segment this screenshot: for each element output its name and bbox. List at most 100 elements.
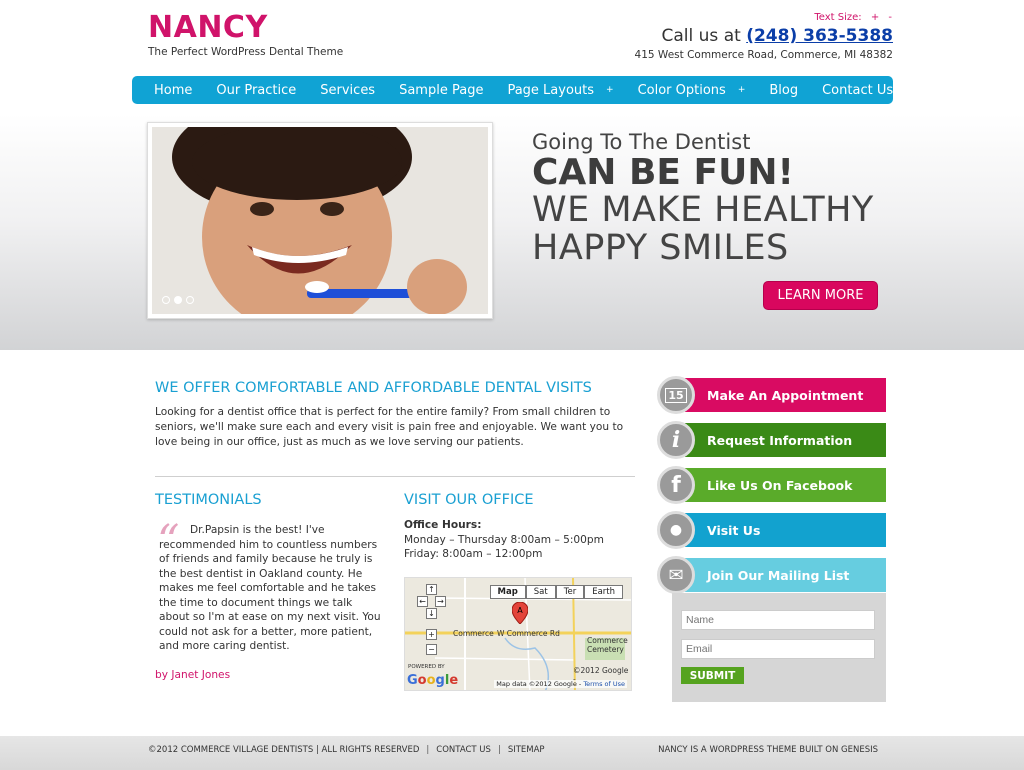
map-tab-sat[interactable]: Sat: [525, 585, 556, 599]
sidebar-button-label: Request Information: [685, 423, 886, 457]
nav-label: Page Layouts: [507, 82, 595, 98]
slider-dot[interactable]: [162, 296, 170, 304]
submit-button[interactable]: SUBMIT: [681, 667, 744, 684]
name-field[interactable]: [681, 610, 875, 630]
phone-link[interactable]: (248) 363-5388: [746, 26, 893, 46]
footer: ©2012 COMMERCE VILLAGE DENTISTS | ALL RI…: [0, 736, 1024, 770]
powered-by-label: POWERED BY: [408, 664, 445, 670]
request-information-button[interactable]: Request Information i: [657, 421, 886, 460]
sidebar-button-label: Like Us On Facebook: [685, 468, 886, 502]
map-street-label: W Commerce Rd: [497, 629, 560, 638]
info-glyph: i: [671, 427, 681, 453]
nav-label: Home: [154, 82, 193, 98]
visit-title: VISIT OUR OFFICE: [404, 492, 534, 508]
zoom-in-icon[interactable]: +: [426, 629, 437, 640]
terms-of-use-link[interactable]: Terms of Use: [583, 680, 625, 688]
nav-contact-us[interactable]: Contact Us: [810, 83, 905, 98]
text-size-increase-button[interactable]: +: [871, 12, 879, 23]
hero-headline: CAN BE FUN!: [532, 152, 794, 193]
facebook-icon: f: [657, 466, 695, 504]
map-type-tabs: Map Sat Ter Earth: [489, 585, 623, 599]
submenu-plus-icon: +: [737, 85, 746, 95]
footer-sitemap-link[interactable]: SITEMAP: [508, 745, 545, 755]
footer-credit[interactable]: NANCY IS A WORDPRESS THEME BUILT ON GENE…: [658, 745, 878, 755]
zoom-out-icon[interactable]: −: [426, 644, 437, 655]
learn-more-button[interactable]: LEARN MORE: [763, 281, 878, 310]
map-data-label: Map data ©2012 Google -: [496, 680, 582, 688]
page: NANCY The Perfect WordPress Dental Theme…: [0, 0, 1024, 770]
hero-line-1: WE MAKE HEALTHY: [532, 190, 874, 230]
text-size-label: Text Size:: [814, 12, 862, 23]
address: 415 West Commerce Road, Commerce, MI 483…: [634, 49, 893, 61]
nav-our-practice[interactable]: Our Practice: [204, 83, 308, 98]
map-street-label: Commerce: [453, 629, 494, 638]
sidebar-button-label: Join Our Mailing List: [685, 558, 886, 592]
nav-label: Blog: [769, 82, 799, 98]
office-hours-line: Friday: 8:00am – 12:00pm: [404, 548, 543, 560]
call-us: Call us at (248) 363-5388: [662, 26, 893, 46]
calendar-day: 15: [665, 387, 687, 403]
nav-label: Sample Page: [399, 82, 484, 98]
map-tab-ter[interactable]: Ter: [555, 585, 585, 599]
map-attribution: Map data ©2012 Google - Terms of Use: [494, 680, 627, 688]
info-icon: i: [657, 421, 695, 459]
main-nav: Home Our Practice Services Sample Page P…: [132, 76, 893, 104]
mailing-list-form: SUBMIT: [672, 593, 886, 702]
nav-page-layouts[interactable]: Page Layouts +: [495, 83, 625, 98]
nav-services[interactable]: Services: [308, 83, 387, 98]
map-tab-earth[interactable]: Earth: [584, 585, 623, 599]
hero-slider: [147, 122, 493, 319]
office-hours-label: Office Hours:: [404, 519, 482, 531]
nav-blog[interactable]: Blog: [757, 83, 810, 98]
make-appointment-button[interactable]: Make An Appointment 15: [657, 376, 886, 415]
testimonial-author: by Janet Jones: [155, 669, 231, 681]
pin-glyph: ●: [669, 522, 683, 538]
nav-color-options[interactable]: Color Options +: [626, 83, 758, 98]
visit-us-button[interactable]: Visit Us ●: [657, 511, 886, 550]
office-hours-line: Monday – Thursday 8:00am – 5:00pm: [404, 534, 604, 546]
hero-banner: Going To The Dentist CAN BE FUN! WE MAKE…: [0, 114, 1024, 350]
intro-title: WE OFFER COMFORTABLE AND AFFORDABLE DENT…: [155, 380, 592, 396]
map-cemetery-label: Commerce Cemetery: [587, 636, 628, 654]
facebook-button[interactable]: Like Us On Facebook f: [657, 466, 886, 505]
map-marker-label: A: [517, 606, 523, 615]
slider-dot-active[interactable]: [174, 296, 182, 304]
site-tagline: The Perfect WordPress Dental Theme: [148, 46, 344, 58]
mailing-list-button[interactable]: Join Our Mailing List ✉: [657, 556, 886, 595]
call-us-label: Call us at: [661, 26, 741, 46]
slider-dots: [162, 296, 194, 304]
pan-left-icon[interactable]: ←: [417, 596, 428, 607]
facebook-glyph: f: [671, 472, 681, 498]
footer-copyright: ©2012 COMMERCE VILLAGE DENTISTS | ALL RI…: [148, 745, 420, 755]
testimonials-title: TESTIMONIALS: [155, 492, 262, 508]
smiling-child-image: [152, 127, 488, 314]
site-logo[interactable]: NANCY: [148, 10, 268, 45]
testimonial-text: Dr.Papsin is the best! I've recommended …: [159, 524, 381, 652]
email-field[interactable]: [681, 639, 875, 659]
intro-text: Looking for a dentist office that is per…: [155, 406, 624, 448]
pan-right-icon[interactable]: →: [435, 596, 446, 607]
divider: [155, 476, 635, 477]
text-size-decrease-button[interactable]: -: [888, 12, 892, 23]
nav-label: Our Practice: [216, 82, 297, 98]
nav-sample-page[interactable]: Sample Page: [387, 83, 495, 98]
sidebar-button-label: Visit Us: [685, 513, 886, 547]
pan-down-icon[interactable]: ↓: [426, 608, 437, 619]
footer-separator: |: [497, 745, 501, 755]
nav-home[interactable]: Home: [142, 83, 204, 98]
footer-contact-link[interactable]: CONTACT US: [436, 745, 491, 755]
location-pin-icon: ●: [657, 511, 695, 549]
google-logo: Google: [407, 673, 459, 688]
map-marker-icon[interactable]: A: [512, 602, 528, 624]
office-map[interactable]: ↑ ← → ↓ + − Map Sat Ter Earth A Commerce…: [404, 577, 632, 691]
slider-dot[interactable]: [186, 296, 194, 304]
map-tab-map[interactable]: Map: [489, 585, 526, 599]
hero-line-2: HAPPY SMILES: [532, 228, 789, 268]
pan-up-icon[interactable]: ↑: [426, 584, 437, 595]
sidebar-button-label: Make An Appointment: [685, 378, 886, 412]
calendar-icon: 15: [657, 376, 695, 414]
text-size-control: Text Size: + -: [808, 12, 892, 23]
hero-subtitle: Going To The Dentist: [532, 130, 751, 154]
footer-links: ©2012 COMMERCE VILLAGE DENTISTS | ALL RI…: [148, 745, 545, 755]
footer-separator: |: [426, 745, 430, 755]
